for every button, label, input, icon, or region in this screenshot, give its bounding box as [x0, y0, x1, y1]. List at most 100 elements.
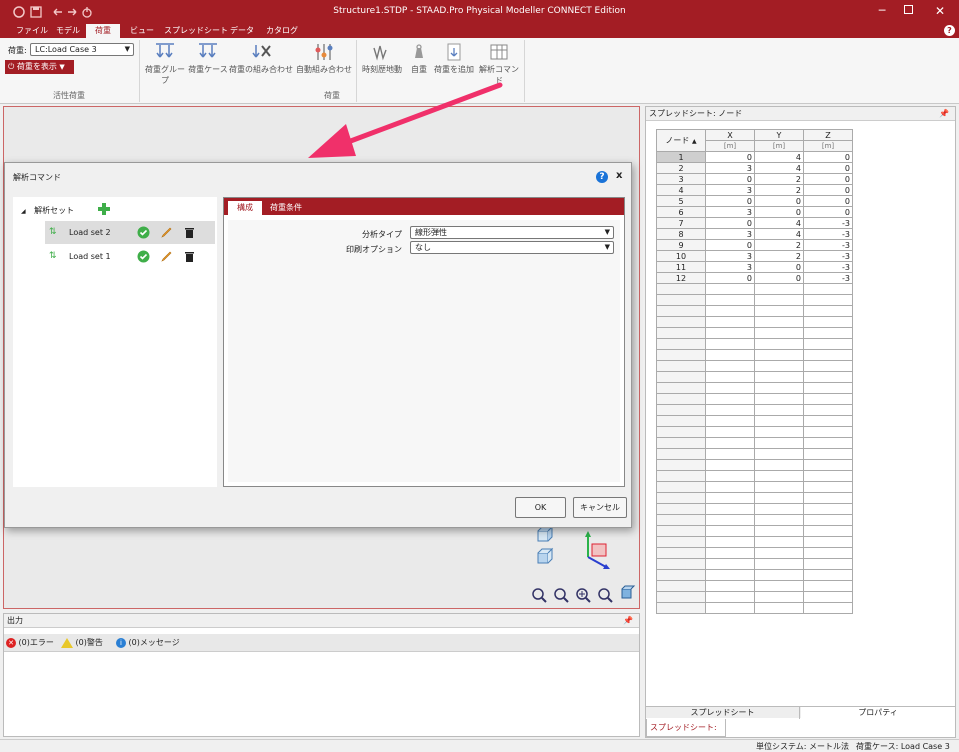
- coordinate-cell[interactable]: [705, 547, 755, 559]
- coordinate-cell[interactable]: [803, 525, 853, 537]
- coordinate-cell[interactable]: [803, 558, 853, 570]
- coordinate-cell[interactable]: [803, 602, 853, 614]
- coordinate-cell[interactable]: [803, 393, 853, 405]
- coordinate-cell[interactable]: [803, 382, 853, 394]
- coordinate-cell[interactable]: [803, 415, 853, 427]
- table-row[interactable]: [656, 426, 853, 438]
- node-id-cell[interactable]: [656, 503, 706, 515]
- output-tab-warnings[interactable]: (0)警告: [61, 636, 103, 650]
- node-id-cell[interactable]: [656, 415, 706, 427]
- coordinate-cell[interactable]: [803, 338, 853, 350]
- node-id-cell[interactable]: [656, 547, 706, 559]
- coordinate-cell[interactable]: [803, 514, 853, 526]
- maximize-button[interactable]: [904, 5, 913, 14]
- node-id-cell[interactable]: [656, 316, 706, 328]
- coordinate-cell[interactable]: [754, 514, 804, 526]
- table-row[interactable]: [656, 514, 853, 526]
- cube-iso-view-icon[interactable]: [537, 547, 554, 564]
- load-group-button[interactable]: 荷重グループ: [142, 42, 188, 86]
- coordinate-cell[interactable]: [803, 459, 853, 471]
- table-row[interactable]: [656, 382, 853, 394]
- coordinate-cell[interactable]: 4: [754, 217, 804, 229]
- table-row[interactable]: 6300: [656, 206, 853, 218]
- coordinate-cell[interactable]: [754, 492, 804, 504]
- coordinate-cell[interactable]: [705, 470, 755, 482]
- coordinate-cell[interactable]: [754, 437, 804, 449]
- coordinate-cell[interactable]: [754, 415, 804, 427]
- coordinate-cell[interactable]: [705, 316, 755, 328]
- coordinate-cell[interactable]: [705, 536, 755, 548]
- zoom-extents-icon[interactable]: [598, 588, 613, 603]
- coordinate-cell[interactable]: [705, 371, 755, 383]
- node-id-cell[interactable]: [656, 305, 706, 317]
- table-row[interactable]: 2340: [656, 162, 853, 174]
- coordinate-cell[interactable]: 2: [754, 250, 804, 262]
- show-load-button[interactable]: ⏻ 荷重を表示 ▼: [5, 60, 74, 74]
- table-row[interactable]: 7 0 4 -3: [656, 217, 853, 229]
- coordinate-cell[interactable]: [754, 338, 804, 350]
- coordinate-cell[interactable]: [705, 558, 755, 570]
- coordinate-cell[interactable]: 3: [705, 206, 755, 218]
- coordinate-cell[interactable]: 0: [754, 272, 804, 284]
- coordinate-cell[interactable]: [803, 349, 853, 361]
- coordinate-cell[interactable]: [754, 536, 804, 548]
- node-id-cell[interactable]: 3: [656, 173, 706, 185]
- coordinate-cell[interactable]: [705, 492, 755, 504]
- table-row[interactable]: [656, 404, 853, 416]
- table-row[interactable]: [656, 338, 853, 350]
- table-row[interactable]: [656, 349, 853, 361]
- coordinate-cell[interactable]: [803, 481, 853, 493]
- table-row[interactable]: 4320: [656, 184, 853, 196]
- coordinate-cell[interactable]: [705, 360, 755, 372]
- node-id-cell[interactable]: 1: [656, 151, 706, 163]
- coordinate-cell[interactable]: 0: [705, 151, 755, 163]
- check-icon[interactable]: [137, 226, 150, 239]
- print-option-select[interactable]: なし ▼: [410, 241, 614, 254]
- node-id-cell[interactable]: [656, 393, 706, 405]
- table-row[interactable]: [656, 591, 853, 603]
- coordinate-cell[interactable]: [803, 404, 853, 416]
- coordinate-cell[interactable]: 2: [754, 173, 804, 185]
- node-id-cell[interactable]: [656, 514, 706, 526]
- node-id-cell[interactable]: [656, 558, 706, 570]
- coordinate-cell[interactable]: [705, 382, 755, 394]
- tab-view[interactable]: ビュー: [124, 24, 160, 38]
- node-id-cell[interactable]: [656, 481, 706, 493]
- node-id-cell[interactable]: [656, 448, 706, 460]
- node-id-cell[interactable]: [656, 569, 706, 581]
- coordinate-cell[interactable]: 4: [754, 162, 804, 174]
- delete-trash-icon[interactable]: [183, 250, 196, 263]
- node-id-cell[interactable]: 5: [656, 195, 706, 207]
- coordinate-cell[interactable]: 2: [754, 184, 804, 196]
- analysis-type-select[interactable]: 線形弾性 ▼: [410, 226, 614, 239]
- coordinate-cell[interactable]: [705, 580, 755, 592]
- coordinate-cell[interactable]: [754, 371, 804, 383]
- node-id-cell[interactable]: 6: [656, 206, 706, 218]
- node-id-cell[interactable]: 9: [656, 239, 706, 251]
- column-header-x[interactable]: X: [705, 129, 755, 141]
- table-row[interactable]: [656, 283, 853, 295]
- coordinate-cell[interactable]: [705, 426, 755, 438]
- coordinate-cell[interactable]: 0: [803, 173, 853, 185]
- coordinate-cell[interactable]: [803, 503, 853, 515]
- coordinate-cell[interactable]: [754, 503, 804, 515]
- table-row[interactable]: 11 3 0 -3: [656, 261, 853, 273]
- column-header-z[interactable]: Z: [803, 129, 853, 141]
- coordinate-cell[interactable]: 0: [803, 151, 853, 163]
- coordinate-cell[interactable]: -3: [803, 239, 853, 251]
- coordinate-cell[interactable]: [803, 360, 853, 372]
- output-tab-errors[interactable]: ✕ (0)エラー: [6, 636, 54, 650]
- coordinate-cell[interactable]: [754, 558, 804, 570]
- coordinate-cell[interactable]: [754, 448, 804, 460]
- coordinate-cell[interactable]: 3: [705, 261, 755, 273]
- coordinate-cell[interactable]: [705, 602, 755, 614]
- table-row[interactable]: [656, 316, 853, 328]
- tree-item-load-set-1[interactable]: ⇅ Load set 1: [45, 245, 215, 268]
- node-table[interactable]: ノード ▲ X Y Z [m] [m] [m] 1040234030204320…: [656, 129, 853, 614]
- coordinate-cell[interactable]: [803, 437, 853, 449]
- load-combination-button[interactable]: 荷重の組み合わせ: [228, 42, 294, 75]
- coordinate-cell[interactable]: [705, 393, 755, 405]
- coordinate-cell[interactable]: [754, 525, 804, 537]
- delete-trash-icon[interactable]: [183, 226, 196, 239]
- coordinate-cell[interactable]: [705, 591, 755, 603]
